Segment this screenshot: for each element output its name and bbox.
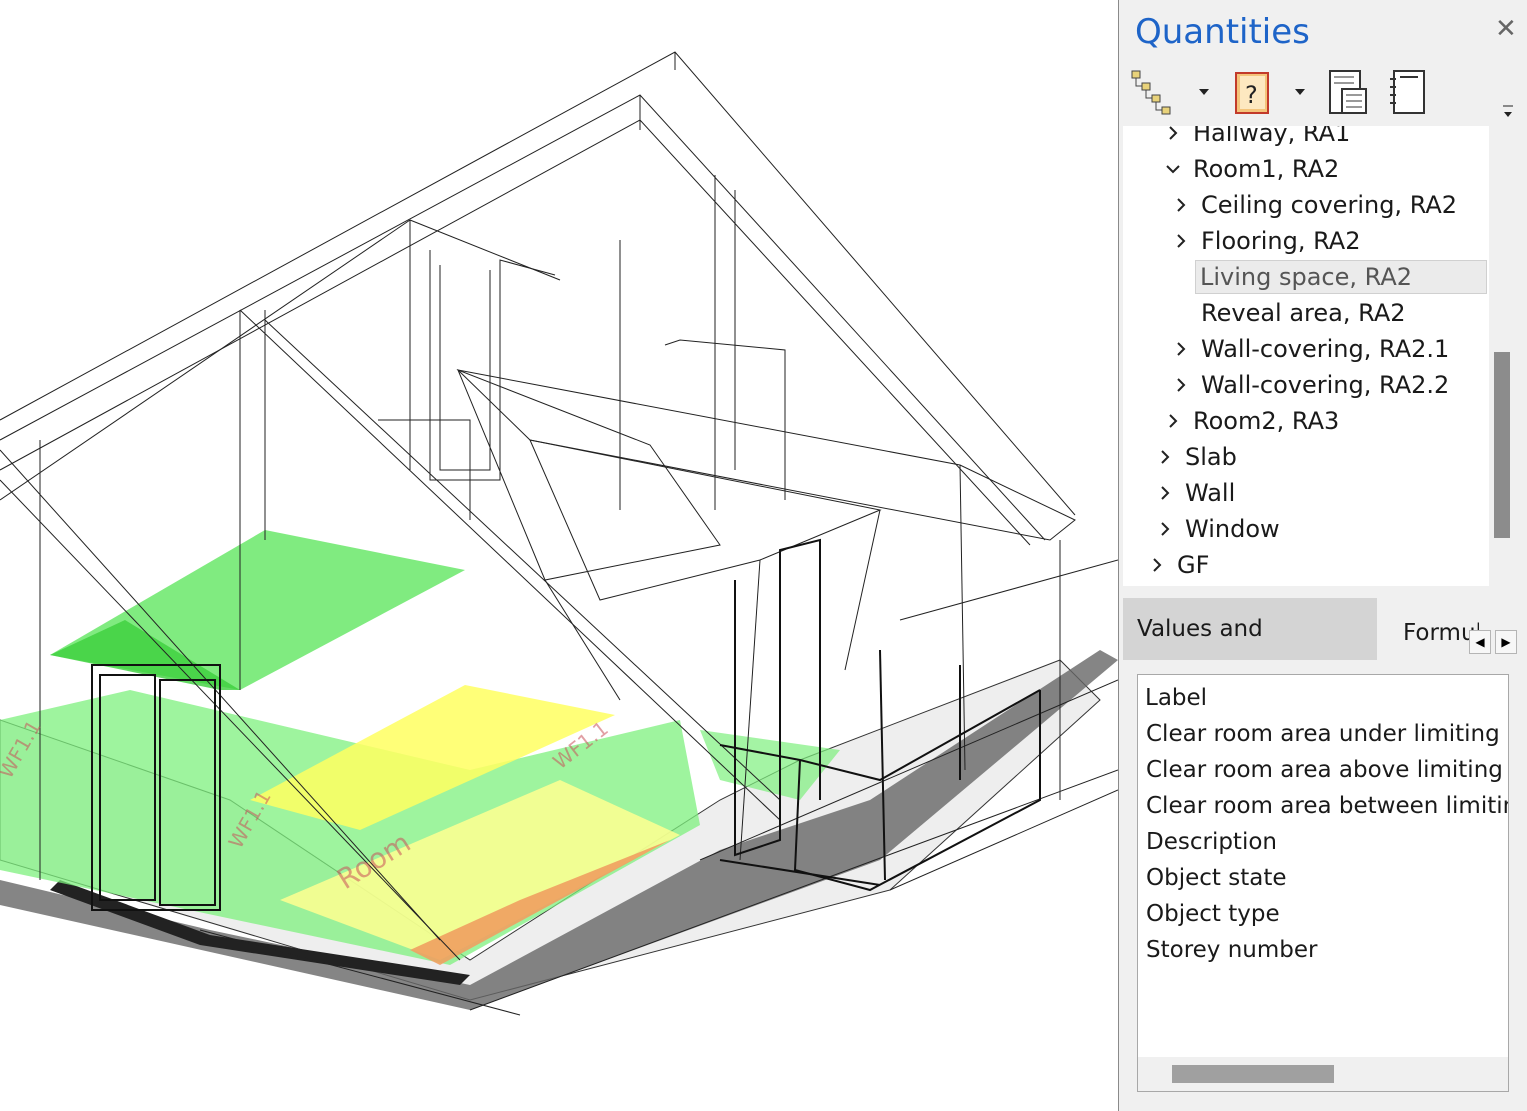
chevron-right-icon[interactable] (1163, 404, 1183, 438)
3d-viewport[interactable]: Room WF1.1 WF1.1 WF1.1 (0, 0, 1118, 1111)
tree-item-wall-covering-2[interactable]: Wall-covering, RA2.2 (1123, 368, 1489, 402)
attributes-hscrollbar-thumb[interactable] (1172, 1065, 1334, 1083)
hierarchy-icon[interactable] (1127, 66, 1179, 118)
tree-item-hallway[interactable]: Hallway, RA1 (1123, 126, 1489, 150)
attributes-hscrollbar[interactable] (1138, 1057, 1508, 1091)
tab-scroll-left-icon[interactable]: ◀ (1469, 630, 1491, 654)
tree-item-room1[interactable]: Room1, RA2 (1123, 152, 1489, 186)
chevron-right-icon[interactable] (1171, 188, 1191, 222)
attr-row[interactable]: Storey number (1146, 933, 1317, 967)
tree-item-label: Flooring, RA2 (1201, 227, 1361, 255)
tree-item-label: Wall-covering, RA2.2 (1201, 371, 1450, 399)
quantity-tree: Hallway, RA1 Room1, RA2 Ceiling covering… (1123, 126, 1489, 586)
chevron-right-icon[interactable] (1147, 548, 1167, 582)
tree-item-label: Living space, RA2 (1195, 260, 1487, 294)
chevron-right-icon[interactable] (1155, 512, 1175, 546)
hierarchy-dropdown-icon[interactable] (1197, 84, 1211, 100)
tab-scroll-right-icon[interactable]: ▶ (1495, 630, 1517, 654)
chevron-right-icon[interactable] (1171, 332, 1191, 366)
list-view-icon[interactable] (1321, 66, 1373, 118)
tab-formulas[interactable]: Formulas (1385, 598, 1479, 660)
attr-row[interactable]: Object type (1146, 897, 1280, 931)
svg-text:?: ? (1245, 81, 1258, 109)
chevron-right-icon[interactable] (1155, 440, 1175, 474)
tab-bar: Values and attributes Formulas ◀ ▶ (1123, 598, 1519, 704)
tab-values-and-attributes[interactable]: Values and attributes (1123, 598, 1377, 704)
chevron-right-icon[interactable] (1163, 126, 1183, 150)
attributes-list: Label Clear room area under limiting roo… (1137, 674, 1509, 1092)
tree-item-label: Room2, RA3 (1193, 407, 1340, 435)
chevron-down-icon[interactable] (1163, 152, 1183, 186)
tree-item-slab[interactable]: Slab (1123, 440, 1489, 474)
attr-row[interactable]: Clear room area above limiting roof (1146, 753, 1508, 787)
tree-scrollbar[interactable] (1489, 126, 1515, 586)
attr-row[interactable]: Clear room area between limiting roofs (1146, 789, 1508, 823)
panel-title: Quantities (1135, 12, 1310, 52)
tree-item-reveal-area[interactable]: Reveal area, RA2 (1123, 296, 1489, 330)
tree-item-label: Window (1185, 515, 1280, 543)
tree-item-label: GF (1177, 551, 1210, 579)
tree-item-label: Wall-covering, RA2.1 (1201, 335, 1450, 363)
tree-item-label: Ceiling covering, RA2 (1201, 191, 1458, 219)
attr-row[interactable]: Description (1146, 825, 1277, 859)
tree-item-label: Hallway, RA1 (1193, 126, 1351, 147)
tree-item-room2[interactable]: Room2, RA3 (1123, 404, 1489, 438)
tree-item-label: Slab (1185, 443, 1237, 471)
tree-scrollbar-thumb[interactable] (1494, 352, 1510, 538)
tree-item-living-space[interactable]: Living space, RA2 (1123, 260, 1489, 294)
tree-item-wall[interactable]: Wall (1123, 476, 1489, 510)
quantities-panel: Quantities ✕ ? Hallway, RA1 Room1, RA2 C… (1118, 0, 1527, 1111)
help-dropdown-icon[interactable] (1293, 84, 1307, 100)
chevron-right-icon[interactable] (1171, 224, 1191, 258)
notebook-icon[interactable] (1381, 66, 1433, 118)
attr-row[interactable]: Clear room area under limiting roof (1146, 717, 1508, 751)
tree-item-flooring[interactable]: Flooring, RA2 (1123, 224, 1489, 258)
tree-item-wall-covering-1[interactable]: Wall-covering, RA2.1 (1123, 332, 1489, 366)
close-icon[interactable]: ✕ (1495, 14, 1517, 44)
chevron-right-icon[interactable] (1171, 368, 1191, 402)
tree-item-window[interactable]: Window (1123, 512, 1489, 546)
attr-row[interactable]: Object state (1146, 861, 1286, 895)
tree-item-label: Reveal area, RA2 (1201, 299, 1406, 327)
chevron-right-icon[interactable] (1155, 476, 1175, 510)
tree-item-label: Room1, RA2 (1193, 155, 1340, 183)
toolbar-overflow-icon[interactable] (1501, 100, 1515, 120)
toolbar: ? (1123, 60, 1499, 126)
tree-item-gf[interactable]: GF (1123, 548, 1489, 582)
tree-item-ceiling-covering[interactable]: Ceiling covering, RA2 (1123, 188, 1489, 222)
help-book-icon[interactable]: ? (1225, 66, 1277, 118)
attr-row[interactable]: Label (1145, 681, 1207, 715)
tree-item-label: Wall (1185, 479, 1236, 507)
